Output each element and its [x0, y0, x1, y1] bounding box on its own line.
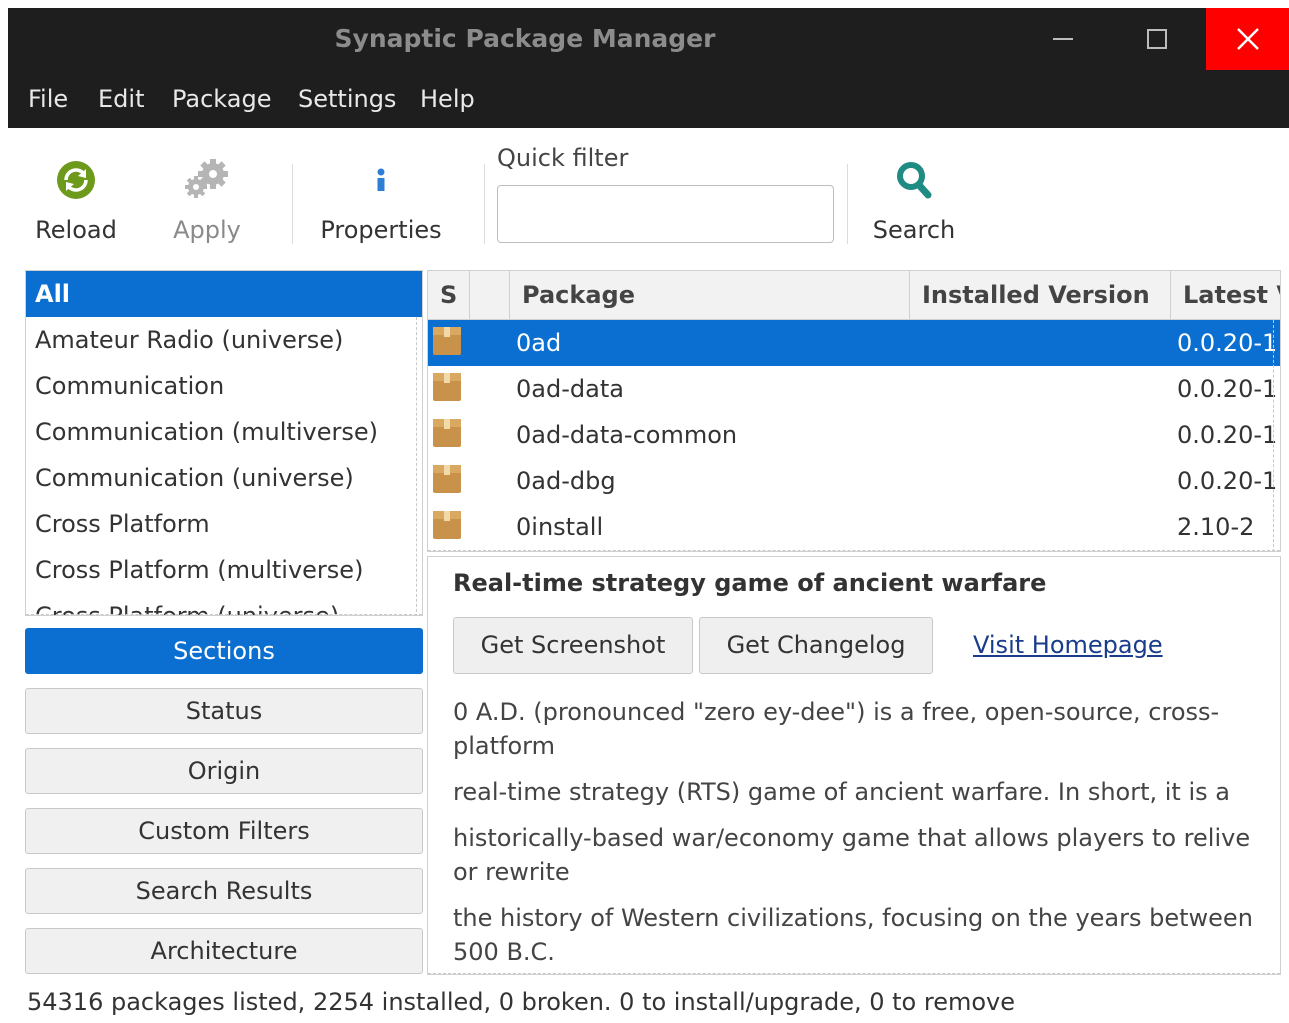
- description-paragraph: real-time strategy (RTS) game of ancient…: [453, 778, 1230, 806]
- section-item[interactable]: Cross Platform: [26, 501, 422, 547]
- section-item[interactable]: Cross Platform (multiverse): [26, 547, 422, 593]
- description-paragraph: the history of Western civilizations, fo…: [453, 904, 1253, 966]
- package-box-icon: [433, 373, 461, 401]
- toolbar-separator: [847, 164, 848, 244]
- maximize-button[interactable]: [1120, 8, 1194, 70]
- menu-settings[interactable]: Settings: [298, 70, 396, 128]
- sections-filter-button[interactable]: Sections: [25, 628, 423, 674]
- search-results-button[interactable]: Search Results: [25, 868, 423, 914]
- custom-filters-button[interactable]: Custom Filters: [25, 808, 423, 854]
- gears-icon: [185, 159, 228, 198]
- latest-version: 2.10-2: [1177, 513, 1255, 541]
- package-box-icon: [433, 465, 461, 493]
- table-bottom-edge: [428, 550, 1280, 551]
- latest-version: 0.0.20-1: [1177, 329, 1278, 357]
- column-header-status[interactable]: S: [428, 271, 470, 320]
- toolbar-separator: [484, 164, 485, 244]
- latest-version: 0.0.20-1: [1177, 375, 1278, 403]
- apply-label: Apply: [173, 216, 241, 244]
- package-name: 0install: [516, 513, 604, 541]
- package-name: 0ad: [516, 329, 562, 357]
- package-box-icon: [433, 511, 461, 539]
- close-button[interactable]: [1206, 8, 1289, 70]
- reload-label: Reload: [35, 216, 117, 244]
- menu-file[interactable]: File: [28, 70, 68, 128]
- window-title: Synaptic Package Manager: [334, 24, 716, 53]
- quick-filter-input[interactable]: [497, 185, 834, 243]
- architecture-filter-button[interactable]: Architecture: [25, 928, 423, 974]
- close-icon: [1236, 28, 1259, 50]
- section-item[interactable]: Amateur Radio (universe): [26, 317, 422, 363]
- table-row[interactable]: 0ad-data-common 0.0.20-1: [428, 412, 1280, 458]
- package-details: Real-time strategy game of ancient warfa…: [427, 556, 1281, 975]
- apply-button[interactable]: Apply: [166, 128, 248, 258]
- column-header-package[interactable]: Package: [510, 271, 910, 320]
- column-header-latest-version[interactable]: Latest Version: [1171, 271, 1280, 320]
- section-item[interactable]: Communication: [26, 363, 422, 409]
- description-paragraph: historically-based war/economy game that…: [453, 824, 1251, 886]
- menu-edit[interactable]: Edit: [98, 70, 144, 128]
- visit-homepage-link[interactable]: Visit Homepage: [973, 617, 1163, 674]
- latest-version: 0.0.20-1: [1177, 467, 1278, 495]
- section-item[interactable]: Communication (multiverse): [26, 409, 422, 455]
- table-row[interactable]: 0install 2.10-2: [428, 504, 1280, 550]
- menu-bar: File Edit Package Settings Help: [8, 70, 1289, 128]
- toolbar-separator: [292, 164, 293, 244]
- get-screenshot-button[interactable]: Get Screenshot: [453, 617, 693, 674]
- sections-bottom-edge: [26, 614, 422, 615]
- origin-filter-button[interactable]: Origin: [25, 748, 423, 794]
- properties-button[interactable]: Properties: [320, 128, 442, 258]
- quick-filter-label: Quick filter: [497, 144, 629, 172]
- sections-list[interactable]: All Amateur Radio (universe) Communicati…: [25, 270, 423, 616]
- package-box-icon: [433, 327, 461, 355]
- table-row[interactable]: 0ad-dbg 0.0.20-1: [428, 458, 1280, 504]
- package-name: 0ad-data-common: [516, 421, 738, 449]
- package-box-icon: [433, 419, 461, 447]
- package-name: 0ad-data: [516, 375, 624, 403]
- title-bar: Synaptic Package Manager: [8, 8, 1289, 70]
- table-header: S Package Installed Version Latest Versi…: [428, 271, 1280, 320]
- section-item[interactable]: Cross Platform (universe): [26, 593, 422, 615]
- details-bottom-edge: [428, 973, 1280, 974]
- properties-label: Properties: [320, 216, 442, 244]
- column-header-support[interactable]: [470, 271, 510, 320]
- minimize-icon: [1053, 38, 1073, 40]
- reload-icon: [57, 161, 95, 199]
- latest-version: 0.0.20-1: [1177, 421, 1278, 449]
- sections-scroll-edge: [416, 317, 422, 615]
- description-paragraph: 0 A.D. (pronounced "zero ey-dee") is a f…: [453, 698, 1220, 760]
- table-row[interactable]: 0ad 0.0.20-1: [428, 320, 1280, 366]
- toolbar: Reload Apply Properties Quick filter Sea…: [8, 128, 1289, 268]
- search-icon: [897, 162, 932, 199]
- status-bar: 54316 packages listed, 2254 installed, 0…: [27, 988, 1015, 1016]
- table-scroll-edge: [1273, 320, 1274, 551]
- reload-button[interactable]: Reload: [30, 128, 122, 258]
- section-item[interactable]: Communication (universe): [26, 455, 422, 501]
- search-button[interactable]: Search: [872, 128, 956, 258]
- package-table[interactable]: S Package Installed Version Latest Versi…: [427, 270, 1281, 552]
- menu-package[interactable]: Package: [172, 70, 271, 128]
- package-name: 0ad-dbg: [516, 467, 616, 495]
- app-window: Synaptic Package Manager File Edit Packa…: [8, 8, 1289, 1023]
- menu-help[interactable]: Help: [420, 70, 475, 128]
- package-summary: Real-time strategy game of ancient warfa…: [453, 569, 1047, 597]
- status-filter-button[interactable]: Status: [25, 688, 423, 734]
- table-row[interactable]: 0ad-data 0.0.20-1: [428, 366, 1280, 412]
- get-changelog-button[interactable]: Get Changelog: [699, 617, 933, 674]
- column-header-installed-version[interactable]: Installed Version: [910, 271, 1171, 320]
- maximize-icon: [1147, 29, 1167, 49]
- minimize-button[interactable]: [1026, 8, 1100, 70]
- section-item-all[interactable]: All: [26, 271, 422, 317]
- info-icon: [377, 168, 385, 191]
- search-label: Search: [872, 216, 956, 244]
